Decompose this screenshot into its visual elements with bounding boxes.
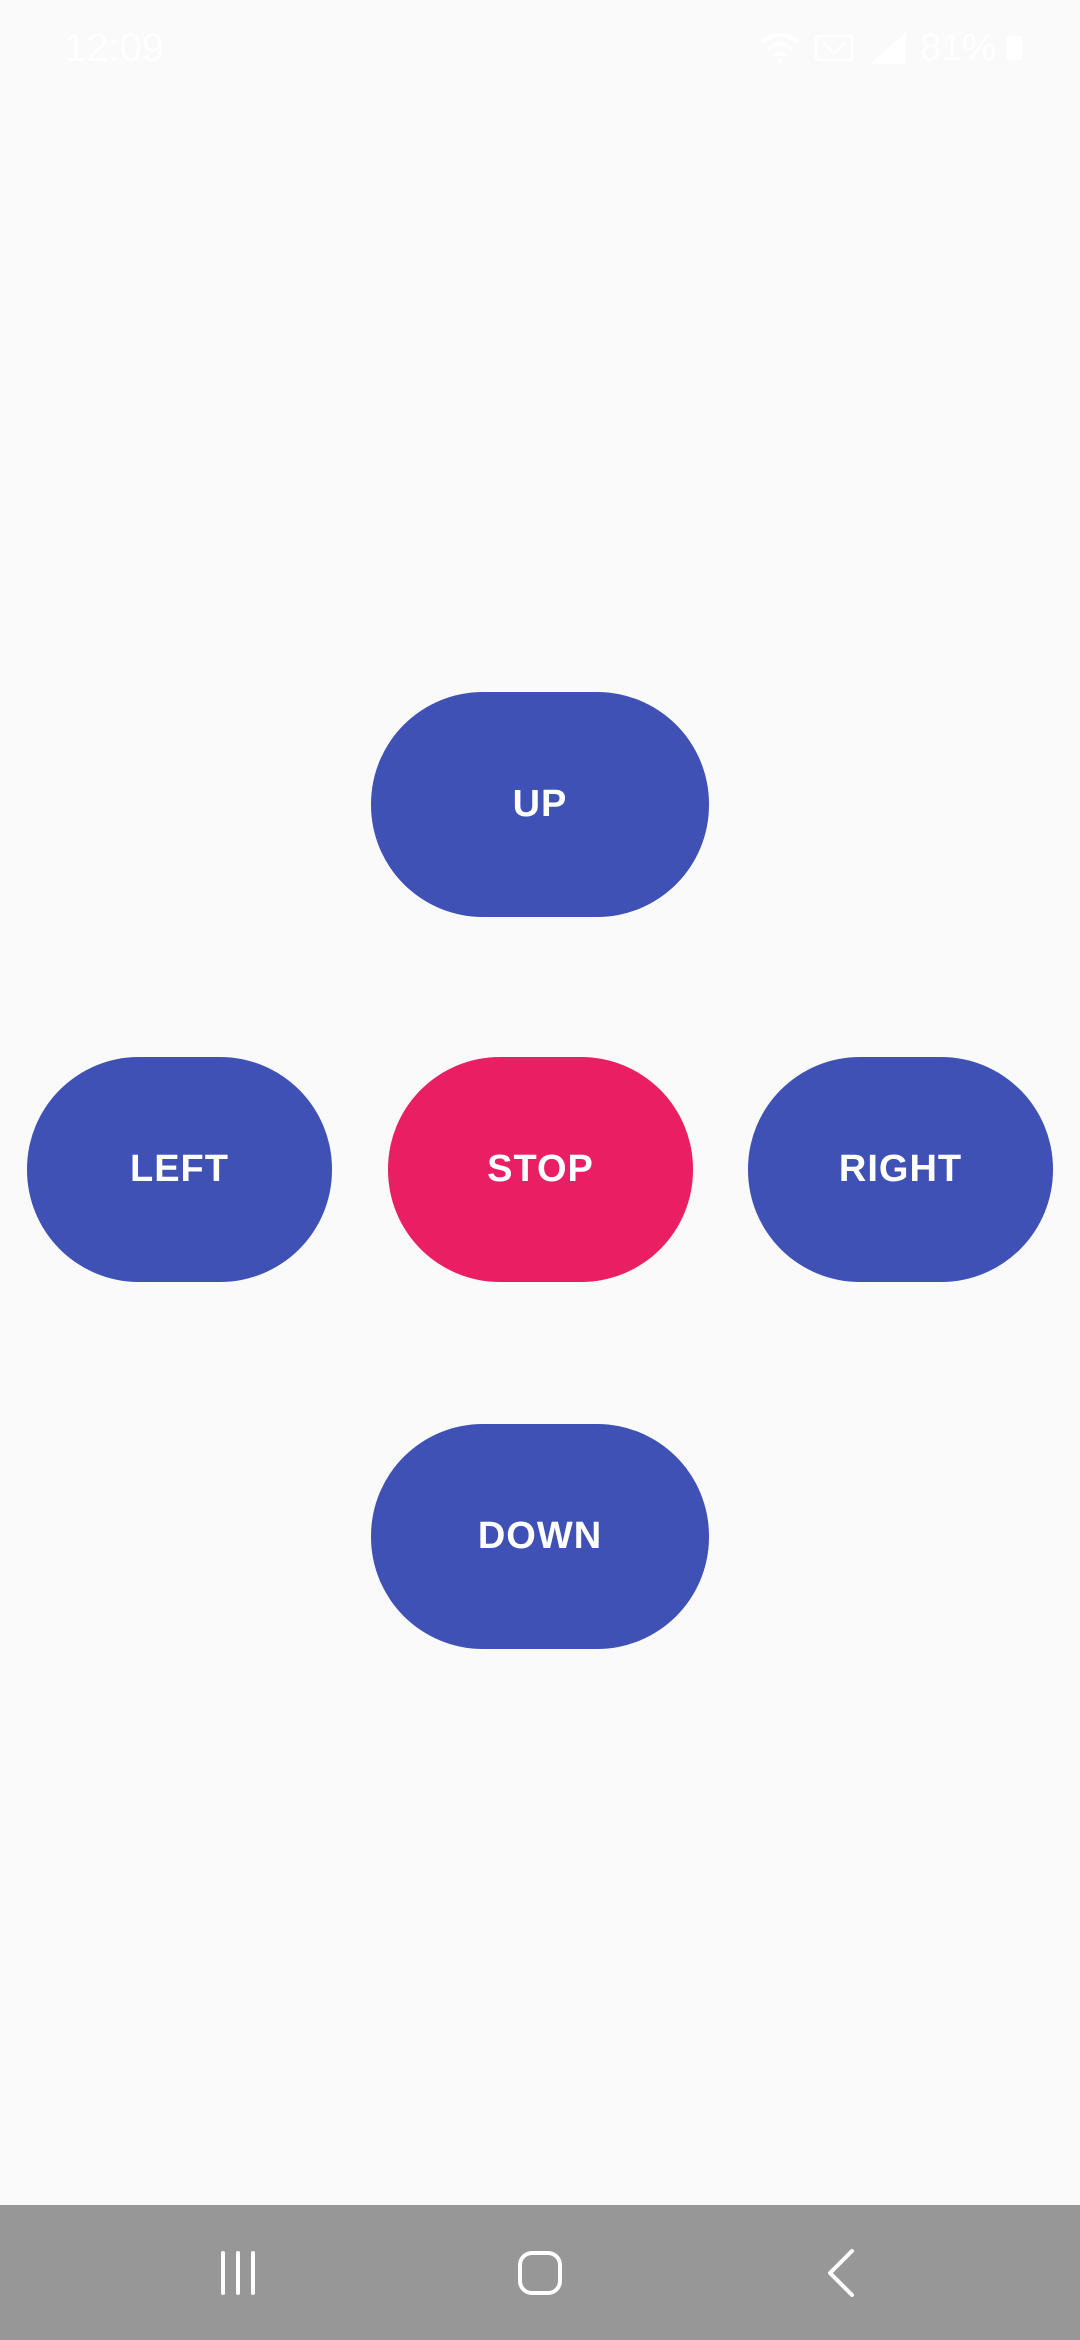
navigation-bar [0, 2205, 1080, 2340]
back-button[interactable] [762, 2205, 922, 2340]
home-button[interactable] [460, 2205, 620, 2340]
back-icon [818, 2248, 866, 2297]
signal-icon [866, 30, 910, 66]
home-icon [516, 2249, 564, 2297]
recents-icon [214, 2249, 262, 2297]
left-button[interactable]: LEFT [27, 1057, 332, 1282]
right-button[interactable]: RIGHT [748, 1057, 1053, 1282]
down-button[interactable]: DOWN [371, 1424, 709, 1649]
status-icons: 81% [758, 24, 1022, 72]
stop-button[interactable]: STOP [388, 1057, 693, 1282]
wifi-icon [758, 30, 802, 66]
battery-icon [1006, 36, 1022, 60]
battery-percent: 81% [919, 27, 996, 69]
status-bar: 12:09 81% [0, 0, 1080, 96]
up-button[interactable]: UP [371, 692, 709, 917]
recents-button[interactable] [158, 2205, 318, 2340]
status-time: 12:09 [64, 26, 165, 70]
volte-icon [812, 30, 856, 66]
